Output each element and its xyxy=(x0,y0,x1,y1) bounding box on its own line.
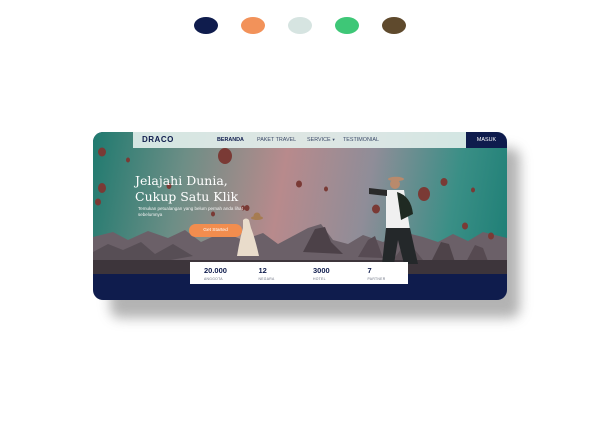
hero-title-line-1: Jelajahi Dunia, xyxy=(135,173,228,188)
stat-value: 7 xyxy=(367,266,372,275)
nav-item-service-label: SERVICE xyxy=(307,137,331,143)
palette-swatch-navy xyxy=(194,17,218,34)
stat-item: 3000 HOTEL xyxy=(299,262,354,284)
nav-item-beranda[interactable]: BERANDA xyxy=(217,137,244,143)
nav-item-service[interactable]: SERVICE▼ xyxy=(307,137,336,143)
palette-swatch-brown xyxy=(382,17,406,34)
nav-item-paket-travel[interactable]: PAKET TRAVEL xyxy=(257,137,296,143)
stat-value: 12 xyxy=(258,266,267,275)
hero-title: Jelajahi Dunia, Cukup Satu Klik xyxy=(135,173,285,205)
stat-label: NEGARA xyxy=(258,277,275,281)
palette-swatch-green xyxy=(335,17,359,34)
top-navbar: DRACO BERANDA PAKET TRAVEL SERVICE▼ TEST… xyxy=(133,132,507,148)
stats-bar: 20.000 ANGGOTA 12 NEGARA 3000 HOTEL 7 PA… xyxy=(190,262,408,284)
website-mockup: DRACO BERANDA PAKET TRAVEL SERVICE▼ TEST… xyxy=(93,132,507,300)
get-started-button[interactable]: Get Started xyxy=(189,224,242,237)
stat-value: 20.000 xyxy=(204,266,227,275)
stat-label: ANGGOTA xyxy=(204,277,223,281)
brand-logo[interactable]: DRACO xyxy=(142,135,174,144)
stat-item: 7 PARTNER xyxy=(354,262,409,284)
stat-item: 20.000 ANGGOTA xyxy=(190,262,245,284)
stat-label: HOTEL xyxy=(313,277,326,281)
hero-section: DRACO BERANDA PAKET TRAVEL SERVICE▼ TEST… xyxy=(93,132,507,274)
hero-subtitle: Temukan petualangan yang belum pernah an… xyxy=(138,206,243,217)
login-button[interactable]: MASUK xyxy=(466,132,507,148)
stat-value: 3000 xyxy=(313,266,330,275)
nav-item-testimonial[interactable]: TESTIMONIAL xyxy=(343,137,379,143)
palette-swatch-mint xyxy=(288,17,312,34)
color-palette xyxy=(194,17,406,34)
stat-item: 12 NEGARA xyxy=(245,262,300,284)
hero-title-line-2: Cukup Satu Klik xyxy=(135,189,239,204)
chevron-down-icon: ▼ xyxy=(331,137,336,142)
stat-label: PARTNER xyxy=(367,277,386,281)
palette-swatch-orange xyxy=(241,17,265,34)
